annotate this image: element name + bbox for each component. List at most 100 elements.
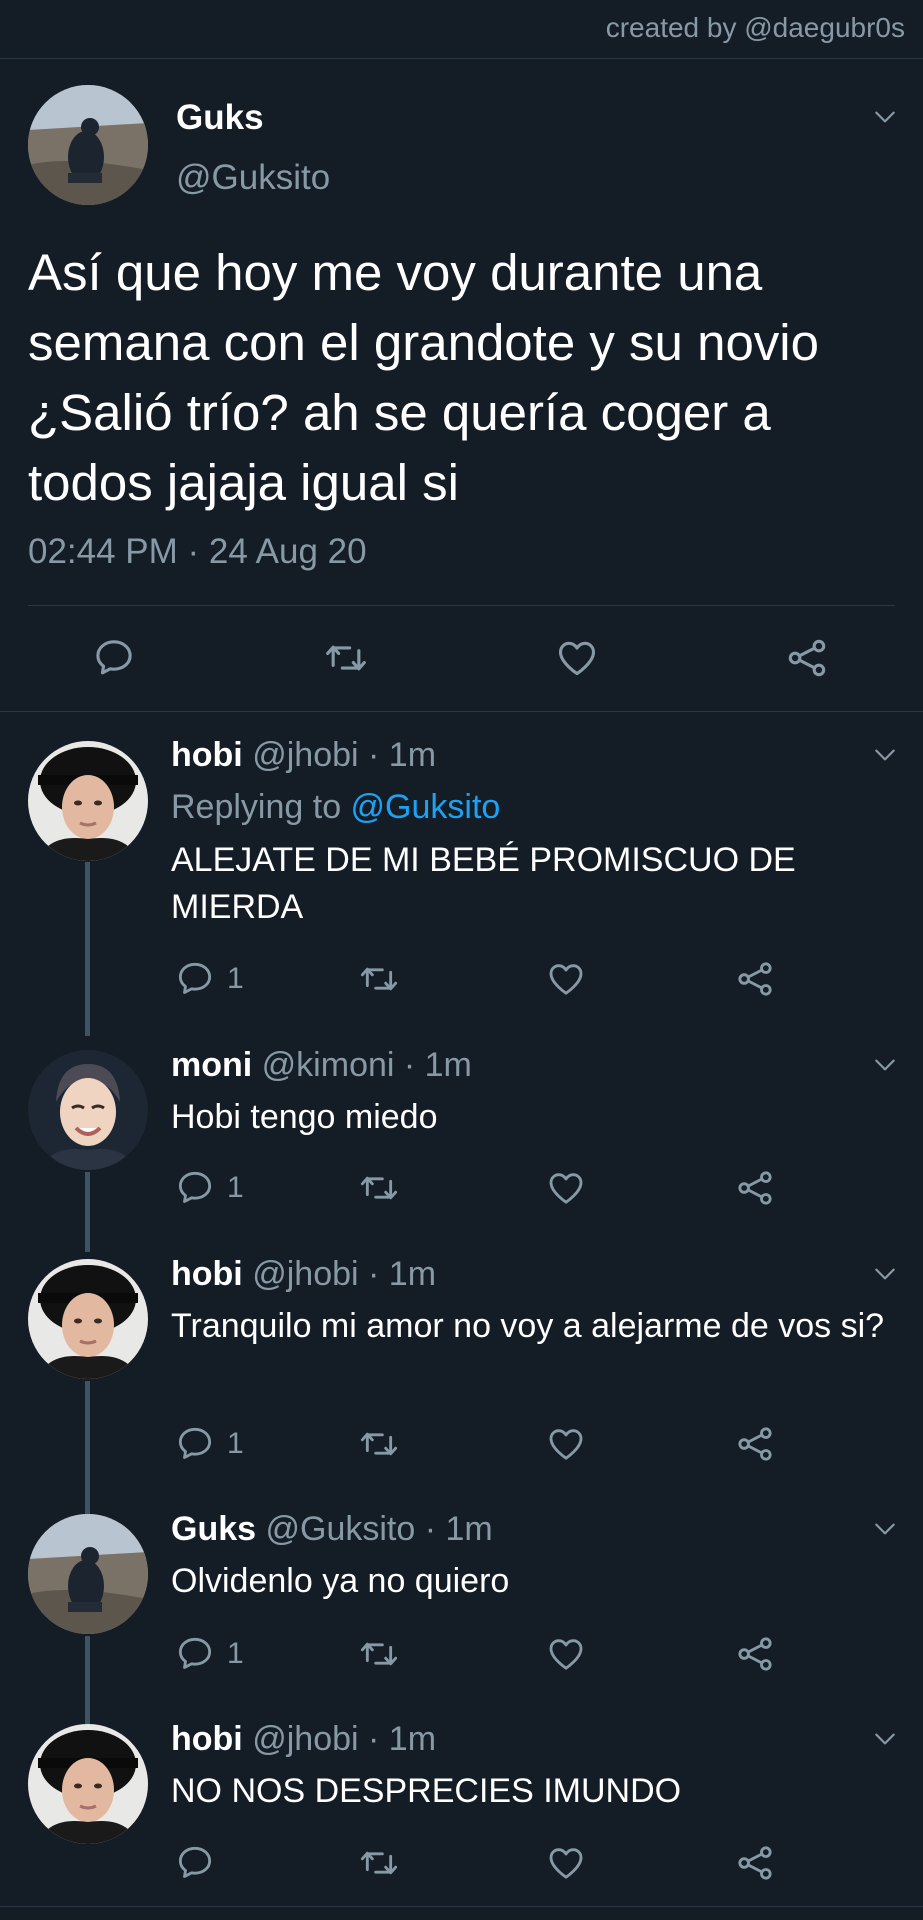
thread-line [85, 1172, 90, 1252]
reply-button[interactable] [92, 636, 136, 680]
reply-icon [175, 959, 215, 999]
reply-count: 1 [227, 1427, 244, 1460]
divider [0, 711, 923, 712]
like-button[interactable] [555, 636, 599, 680]
retweet-button[interactable] [357, 957, 401, 1001]
retweet-icon [357, 1634, 401, 1674]
retweet-button[interactable] [357, 1632, 401, 1676]
share-icon [735, 1843, 775, 1883]
share-button[interactable] [735, 1841, 775, 1885]
main-tweet-timestamp: 02:44 PM · 24 Aug 20 [28, 532, 367, 571]
reply-name[interactable]: Guks [171, 1510, 256, 1548]
thread-line [85, 862, 90, 1036]
share-icon [785, 636, 829, 680]
reply-text: Olvidenlo ya no quiero [171, 1562, 510, 1600]
like-button[interactable] [546, 1632, 586, 1676]
like-button[interactable] [546, 1841, 586, 1885]
share-button[interactable] [735, 1422, 775, 1466]
like-button[interactable] [546, 957, 586, 1001]
chevron-down-icon[interactable] [872, 104, 898, 130]
like-icon [546, 1634, 586, 1674]
like-button[interactable] [546, 1422, 586, 1466]
reply-header: hobi @jhobi · 1m [171, 1255, 436, 1294]
reply-count: 1 [227, 962, 244, 995]
reply-icon [175, 1424, 215, 1464]
reply-handle[interactable]: @jhobi · 1m [252, 1720, 436, 1758]
reply-icon [175, 1168, 215, 1208]
reply-icon [92, 636, 136, 680]
reply-header: hobi @jhobi · 1m [171, 1720, 436, 1759]
share-button[interactable] [735, 1166, 775, 1210]
chevron-down-icon[interactable] [872, 1052, 898, 1078]
avatar-guks[interactable] [28, 85, 148, 205]
reply-text: ALEJATE DE MI BEBÉ PROMISCUO DE MIERDA [171, 841, 796, 926]
share-icon [735, 1424, 775, 1464]
avatar-hobi[interactable] [28, 741, 148, 861]
divider [28, 605, 895, 606]
thread-line [85, 1636, 90, 1726]
reply-name[interactable]: moni [171, 1046, 252, 1084]
reply-handle[interactable]: @kimoni · 1m [262, 1046, 472, 1084]
retweet-button[interactable] [322, 636, 370, 680]
reply-button[interactable]: 1 [175, 1632, 244, 1676]
retweet-button[interactable] [357, 1166, 401, 1210]
reply-text: Hobi tengo miedo [171, 1098, 438, 1136]
reply-header: hobi @jhobi · 1m [171, 736, 436, 775]
avatar-guks[interactable] [28, 1514, 148, 1634]
chevron-down-icon[interactable] [872, 1261, 898, 1287]
avatar-hobi[interactable] [28, 1259, 148, 1379]
reply-button[interactable]: 1 [175, 1166, 244, 1210]
retweet-icon [357, 1424, 401, 1464]
reply-icon [175, 1634, 215, 1674]
reply-button[interactable]: 1 [175, 1422, 244, 1466]
reply-count: 1 [227, 1637, 244, 1670]
thread-line [85, 1381, 90, 1515]
reply-handle[interactable]: @jhobi · 1m [252, 1255, 436, 1293]
retweet-button[interactable] [357, 1422, 401, 1466]
reply-handle[interactable]: @jhobi · 1m [252, 736, 436, 774]
replying-to-link[interactable]: @Guksito [351, 788, 501, 826]
like-button[interactable] [546, 1166, 586, 1210]
reply-header: Guks @Guksito · 1m [171, 1510, 493, 1549]
watermark: created by @daegubr0s [605, 12, 905, 43]
chevron-down-icon[interactable] [872, 1726, 898, 1752]
like-icon [555, 636, 599, 680]
reply-button[interactable] [175, 1841, 215, 1885]
divider [0, 1906, 923, 1907]
share-icon [735, 1168, 775, 1208]
reply-icon [175, 1843, 215, 1883]
share-button[interactable] [735, 1632, 775, 1676]
replying-to: Replying to @Guksito [171, 788, 500, 827]
chevron-down-icon[interactable] [872, 742, 898, 768]
share-button[interactable] [785, 636, 829, 680]
reply-text: NO NOS DESPRECIES IMUNDO [171, 1772, 682, 1810]
retweet-icon [357, 1168, 401, 1208]
share-icon [735, 959, 775, 999]
reply-header: moni @kimoni · 1m [171, 1046, 472, 1085]
share-button[interactable] [735, 957, 775, 1001]
main-tweet-handle[interactable]: @Guksito [176, 158, 330, 198]
header-divider [0, 58, 923, 59]
avatar-moni[interactable] [28, 1050, 148, 1170]
main-tweet-text: Así que hoy me voy durante una semana co… [28, 244, 819, 511]
chevron-down-icon[interactable] [872, 1516, 898, 1542]
like-icon [546, 1843, 586, 1883]
retweet-icon [357, 959, 401, 999]
like-icon [546, 1424, 586, 1464]
reply-handle[interactable]: @Guksito · 1m [266, 1510, 493, 1548]
replying-to-label: Replying to [171, 788, 351, 826]
like-icon [546, 959, 586, 999]
reply-text: Tranquilo mi amor no voy a alejarme de v… [171, 1307, 885, 1345]
reply-button[interactable]: 1 [175, 957, 244, 1001]
retweet-button[interactable] [357, 1841, 401, 1885]
main-tweet-name[interactable]: Guks [176, 98, 264, 138]
reply-name[interactable]: hobi [171, 1720, 243, 1758]
reply-count: 1 [227, 1171, 244, 1204]
reply-name[interactable]: hobi [171, 1255, 243, 1293]
like-icon [546, 1168, 586, 1208]
reply-name[interactable]: hobi [171, 736, 243, 774]
share-icon [735, 1634, 775, 1674]
retweet-icon [322, 636, 370, 680]
avatar-hobi[interactable] [28, 1724, 148, 1844]
retweet-icon [357, 1843, 401, 1883]
